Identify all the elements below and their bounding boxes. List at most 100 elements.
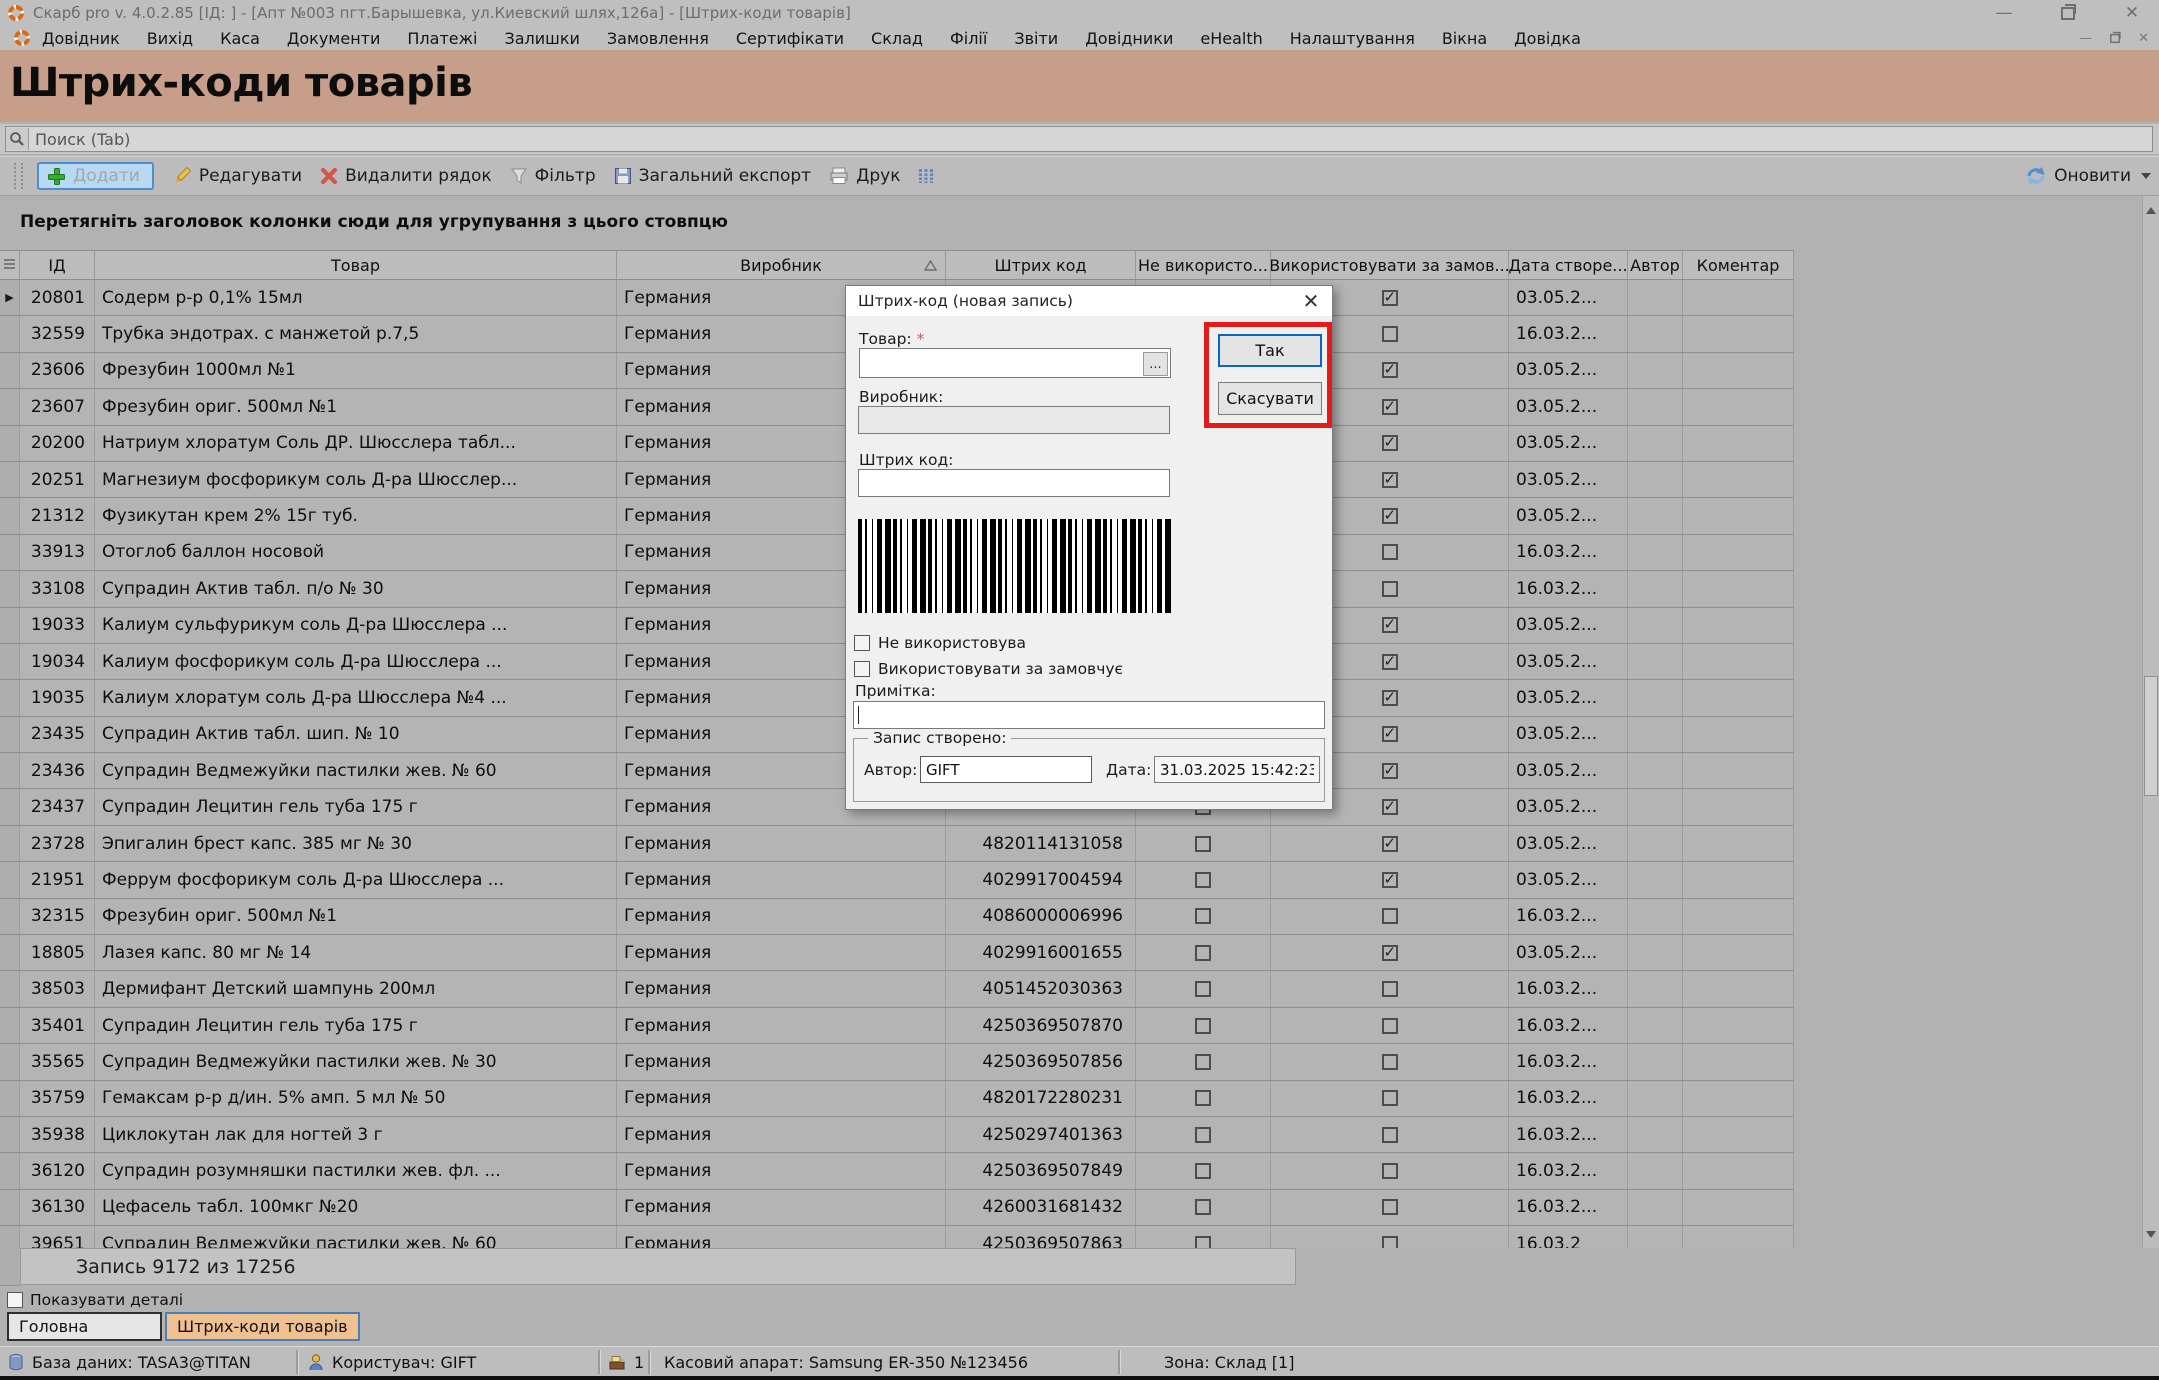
row-selector-marker[interactable]: [0, 1044, 20, 1079]
table-row[interactable]: 39651Супрадин Ведмежуйки пастилки жев. №…: [0, 1226, 1794, 1248]
not-used-checkbox[interactable]: [1195, 1163, 1211, 1179]
table-row[interactable]: 36120Супрадин розумняшки пастилки жев. ф…: [0, 1153, 1794, 1189]
use-default-checkbox[interactable]: [1382, 290, 1398, 306]
column-header-product[interactable]: Товар: [95, 251, 617, 279]
use-default-checkbox[interactable]: [1382, 763, 1398, 779]
row-selector-marker[interactable]: [0, 498, 20, 533]
use-default-checkbox[interactable]: [1382, 799, 1398, 815]
menu-item[interactable]: Склад: [871, 29, 923, 48]
menu-item[interactable]: Налаштування: [1290, 29, 1415, 48]
column-chooser-icon[interactable]: [918, 167, 934, 185]
use-default-checkbox[interactable]: [1382, 945, 1398, 961]
add-button[interactable]: Додати: [37, 162, 154, 190]
row-selector-marker[interactable]: [0, 462, 20, 497]
row-selector-marker[interactable]: [0, 644, 20, 679]
show-details-checkbox[interactable]: [7, 1292, 23, 1308]
use-default-checkbox[interactable]: [1382, 544, 1398, 560]
table-row[interactable]: 35938Циклокутан лак для ногтей 3 гГерман…: [0, 1117, 1794, 1153]
not-used-checkbox[interactable]: [1195, 1236, 1211, 1248]
not-used-checkbox[interactable]: [1195, 1127, 1211, 1143]
use-default-checkbox[interactable]: [1382, 1127, 1398, 1143]
use-default-checkbox[interactable]: [1382, 690, 1398, 706]
search-input[interactable]: [29, 130, 2152, 149]
menu-item[interactable]: Довідка: [1514, 29, 1581, 48]
use-default-checkbox[interactable]: [1382, 836, 1398, 852]
menu-item[interactable]: Вікна: [1442, 29, 1487, 48]
refresh-button[interactable]: Оновити: [2025, 166, 2131, 186]
row-selector-marker[interactable]: [0, 935, 20, 970]
menu-item[interactable]: Філії: [950, 29, 987, 48]
row-selector-marker[interactable]: [0, 971, 20, 1006]
author-input[interactable]: [920, 756, 1092, 783]
not-used-checkbox[interactable]: [1195, 1090, 1211, 1106]
product-lookup-button[interactable]: ...: [1143, 352, 1168, 376]
group-by-bar[interactable]: Перетягніть заголовок колонки сюди для у…: [0, 198, 2159, 250]
row-selector-marker[interactable]: [0, 535, 20, 570]
table-row[interactable]: 21951Феррум фосфорикум соль Д-ра Шюсслер…: [0, 862, 1794, 898]
scroll-up-button[interactable]: [2144, 200, 2158, 220]
row-selector-marker[interactable]: [0, 1190, 20, 1225]
scrollbar-thumb[interactable]: [2144, 676, 2158, 796]
refresh-dropdown-caret[interactable]: [2141, 173, 2151, 179]
table-row[interactable]: 23728Эпигалин брест капс. 385 мг № 30Гер…: [0, 826, 1794, 862]
dialog-close-icon[interactable]: ✕: [1298, 289, 1324, 313]
column-header-author[interactable]: Автор: [1628, 251, 1683, 279]
menu-item[interactable]: Документи: [287, 29, 381, 48]
row-selector-marker[interactable]: [0, 826, 20, 861]
row-selector-marker[interactable]: [0, 353, 20, 388]
date-input[interactable]: [1154, 756, 1320, 783]
not-used-checkbox[interactable]: [1195, 981, 1211, 997]
use-default-checkbox[interactable]: [1382, 654, 1398, 670]
restore-button[interactable]: [2055, 3, 2081, 23]
use-default-checkbox[interactable]: [1382, 1199, 1398, 1215]
not-used-checkbox[interactable]: [854, 635, 870, 651]
row-selector-marker[interactable]: [0, 1008, 20, 1043]
row-selector-marker[interactable]: [0, 862, 20, 897]
row-indicator-header[interactable]: [0, 251, 20, 279]
row-selector-marker[interactable]: [0, 426, 20, 461]
mdi-restore-button[interactable]: [2108, 32, 2122, 45]
menu-item[interactable]: Замовлення: [607, 29, 709, 48]
not-used-checkbox[interactable]: [1195, 872, 1211, 888]
product-input[interactable]: [859, 348, 1171, 378]
use-default-checkbox[interactable]: [1382, 435, 1398, 451]
delete-row-button[interactable]: Видалити рядок: [320, 166, 492, 186]
column-header-manufacturer[interactable]: Виробник: [617, 251, 946, 279]
not-used-checkbox[interactable]: [1195, 908, 1211, 924]
mdi-close-button[interactable]: ✕: [2138, 31, 2149, 46]
row-selector-marker[interactable]: [0, 753, 20, 788]
menu-item[interactable]: Каса: [220, 29, 260, 48]
menu-item[interactable]: Залишки: [504, 29, 579, 48]
table-row[interactable]: 38503Дермифант Детский шампунь 200млГерм…: [0, 971, 1794, 1007]
filter-button[interactable]: Фільтр: [510, 166, 596, 186]
row-selector-marker[interactable]: [0, 316, 20, 351]
use-default-checkbox[interactable]: [1382, 908, 1398, 924]
column-header-not-used[interactable]: Не використо...: [1136, 251, 1271, 279]
use-default-checkbox[interactable]: [1382, 581, 1398, 597]
row-selector-marker[interactable]: [0, 1226, 20, 1248]
use-default-checkbox[interactable]: [1382, 1018, 1398, 1034]
table-row[interactable]: 35759Гемаксам р-р д/ин. 5% амп. 5 мл № 5…: [0, 1081, 1794, 1117]
row-selector-marker[interactable]: [0, 1153, 20, 1188]
table-row[interactable]: 32315Фрезубин ориг. 500мл №1Германия4086…: [0, 899, 1794, 935]
menu-item[interactable]: Вихід: [147, 29, 193, 48]
use-default-checkbox[interactable]: [854, 661, 870, 677]
use-default-checkbox[interactable]: [1382, 508, 1398, 524]
use-default-checkbox[interactable]: [1382, 726, 1398, 742]
column-header-use-default[interactable]: Використовувати за замов...: [1271, 251, 1509, 279]
table-row[interactable]: 35401Супрадин Лецитин гель туба 175 гГер…: [0, 1008, 1794, 1044]
column-header-barcode[interactable]: Штрих код: [946, 251, 1136, 279]
row-selector-marker[interactable]: [0, 1081, 20, 1116]
column-header-created[interactable]: Дата створе...: [1509, 251, 1628, 279]
use-default-checkbox[interactable]: [1382, 362, 1398, 378]
export-button[interactable]: Загальний експорт: [614, 166, 811, 186]
use-default-checkbox[interactable]: [1382, 872, 1398, 888]
table-row[interactable]: 36130Цефасель табл. 100мкг №20Германия42…: [0, 1190, 1794, 1226]
use-default-checkbox[interactable]: [1382, 617, 1398, 633]
row-selector-marker[interactable]: [0, 899, 20, 934]
menu-item[interactable]: Сертифікати: [736, 29, 844, 48]
use-default-checkbox[interactable]: [1382, 981, 1398, 997]
use-default-checkbox[interactable]: [1382, 472, 1398, 488]
mdi-minimize-button[interactable]: —: [2079, 31, 2092, 46]
row-selector-marker[interactable]: [0, 680, 20, 715]
